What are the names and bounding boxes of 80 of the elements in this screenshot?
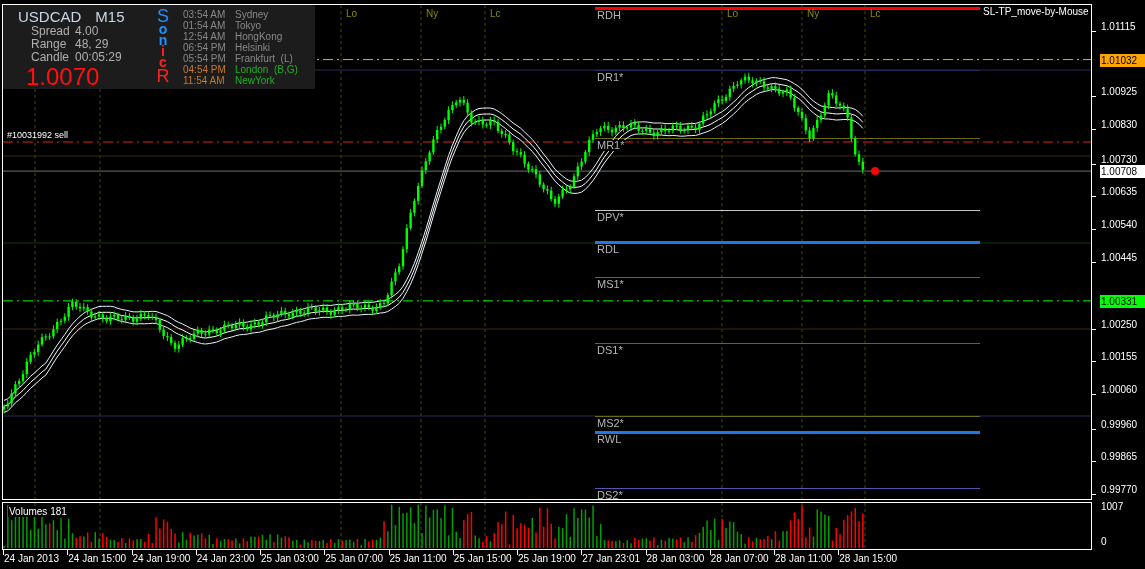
session-time: 06:54 PM: [183, 42, 227, 53]
level-label: RDH: [597, 10, 621, 21]
order-label: #10031992 sell: [7, 130, 69, 140]
price-marker: 1.00708: [1100, 165, 1145, 179]
price-tick-label: 0.99960: [1101, 418, 1138, 430]
brand-letter: c: [159, 57, 167, 68]
time-tick-label: 24 Jan 19:00: [132, 553, 191, 564]
level-label: MR1*: [597, 140, 625, 151]
volume-tick-label: 1007: [1101, 501, 1124, 512]
session-time: 05:54 PM: [183, 53, 227, 64]
session-label: Ny: [426, 8, 439, 19]
price-tick-label: 0.99770: [1101, 484, 1138, 495]
session-city: London (B,G): [235, 64, 298, 75]
time-tick-label: 28 Jan 03:00: [646, 553, 705, 564]
time-tick-label: 24 Jan 23:00: [196, 553, 255, 564]
session-time: 04:54 PM: [183, 64, 227, 75]
session-time: 01:54 AM: [183, 20, 227, 31]
time-tick-label: 28 Jan 15:00: [839, 553, 898, 564]
session-label: Ny: [807, 8, 820, 19]
brand-letter: o: [158, 24, 168, 35]
time-tick-label: 27 Jan 23:01: [582, 553, 641, 564]
level-label: DPV*: [597, 212, 624, 223]
session-label: Lo: [346, 8, 358, 19]
brand-letter: n: [158, 35, 168, 46]
session-time: 11:54 AM: [183, 75, 226, 86]
stat-value: 4.00: [75, 25, 99, 38]
stat-label: Spread: [31, 25, 71, 38]
price-tick-label: 1.00540: [1101, 218, 1138, 230]
session-city: NewYork: [235, 75, 275, 86]
price-marker: 1.01032: [1100, 53, 1145, 67]
timeframe-label: M15: [95, 8, 125, 25]
time-tick-label: 24 Jan 15:00: [68, 553, 127, 564]
price-tick-label: 1.00730: [1101, 153, 1138, 165]
level-label: RDL: [597, 244, 619, 255]
price-tick-label: 1.00250: [1101, 318, 1138, 330]
session-city: HongKong: [235, 31, 283, 42]
price-tick-label: 0.99865: [1101, 451, 1138, 463]
session-city: Sydney: [235, 9, 269, 20]
price-readout: 1.0070: [25, 64, 101, 90]
session-city: Helsinki: [235, 42, 270, 53]
stat-label: Candle: [31, 51, 71, 64]
stat-value: 00:05:29: [75, 51, 122, 64]
stat-label: Range: [31, 38, 67, 51]
time-tick-label: 25 Jan 19:00: [518, 553, 576, 564]
time-tick-label: 24 Jan 2013: [4, 553, 60, 564]
session-city: Tokyo: [235, 20, 262, 31]
time-tick-label: 25 Jan 15:00: [453, 553, 512, 564]
price-tick-label: 1.00060: [1101, 384, 1138, 396]
level-label: DS2*: [597, 490, 623, 499]
price-tick-label: 1.00830: [1101, 119, 1138, 131]
price-tick-label: 1.00445: [1101, 251, 1138, 263]
brand-letter: R: [156, 68, 170, 84]
expert-label: SL-TP_move-by-Mouse: [983, 6, 1089, 18]
price-tick-label: 1.00155: [1101, 351, 1138, 363]
session-time: 03:54 AM: [183, 9, 227, 20]
price-tick-label: 1.01115: [1101, 21, 1136, 32]
session-label: Lc: [870, 8, 881, 19]
session-label: Lc: [490, 8, 501, 19]
time-tick-label: 28 Jan 07:00: [710, 553, 769, 564]
price-tick-label: 1.00925: [1101, 86, 1138, 98]
volume-label: Volumes 181: [8, 506, 68, 517]
time-tick-label: 25 Jan 03:00: [261, 553, 319, 564]
time-tick-label: 25 Jan 11:00: [389, 553, 447, 564]
brand-letter: i: [161, 46, 165, 57]
stat-value: 48, 29: [75, 38, 109, 51]
session-label: Lo: [727, 8, 739, 19]
session-time: 12:54 AM: [183, 31, 227, 42]
brand-letter: S: [157, 8, 169, 24]
symbol-label: USDCAD: [18, 8, 82, 25]
time-tick-label: 25 Jan 07:00: [325, 553, 384, 564]
level-label: MS1*: [597, 279, 624, 290]
price-marker: 1.00331: [1100, 294, 1145, 308]
session-city: Frankfurt (L): [235, 53, 293, 64]
volume-tick-label: 0: [1101, 536, 1107, 547]
level-label: DR1*: [597, 72, 624, 83]
level-label: RWL: [597, 434, 622, 445]
level-label: MS2*: [597, 418, 624, 429]
level-label: DS1*: [597, 345, 623, 356]
price-tick-label: 1.00635: [1101, 186, 1138, 198]
time-tick-label: 28 Jan 11:00: [775, 553, 833, 564]
